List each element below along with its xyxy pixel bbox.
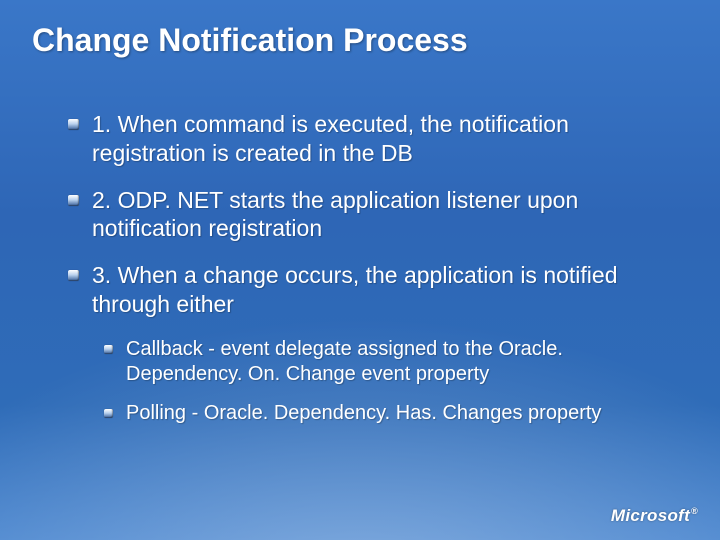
- bullet-text: Polling - Oracle. Dependency. Has. Chang…: [126, 402, 601, 424]
- registered-mark: ®: [691, 506, 698, 516]
- slide: Change Notification Process 1. When comm…: [0, 0, 720, 540]
- microsoft-logo: Microsoft®: [611, 506, 698, 526]
- slide-content: 1. When command is executed, the notific…: [64, 110, 670, 440]
- sub-bullets: Callback - event delegate assigned to th…: [102, 337, 670, 426]
- bullet-item-2: 2. ODP. NET starts the application liste…: [64, 186, 670, 244]
- sub-bullet-item-1: Callback - event delegate assigned to th…: [102, 337, 670, 387]
- bullet-text: 2. ODP. NET starts the application liste…: [92, 187, 578, 242]
- logo-text: Microsoft: [611, 506, 690, 525]
- sub-bullet-item-2: Polling - Oracle. Dependency. Has. Chang…: [102, 401, 670, 426]
- slide-title: Change Notification Process: [32, 22, 688, 59]
- bullet-text: 1. When command is executed, the notific…: [92, 111, 569, 166]
- bullet-text: 3. When a change occurs, the application…: [92, 262, 618, 317]
- bullet-item-3: 3. When a change occurs, the application…: [64, 261, 670, 319]
- bullet-item-1: 1. When command is executed, the notific…: [64, 110, 670, 168]
- bullet-text: Callback - event delegate assigned to th…: [126, 338, 563, 385]
